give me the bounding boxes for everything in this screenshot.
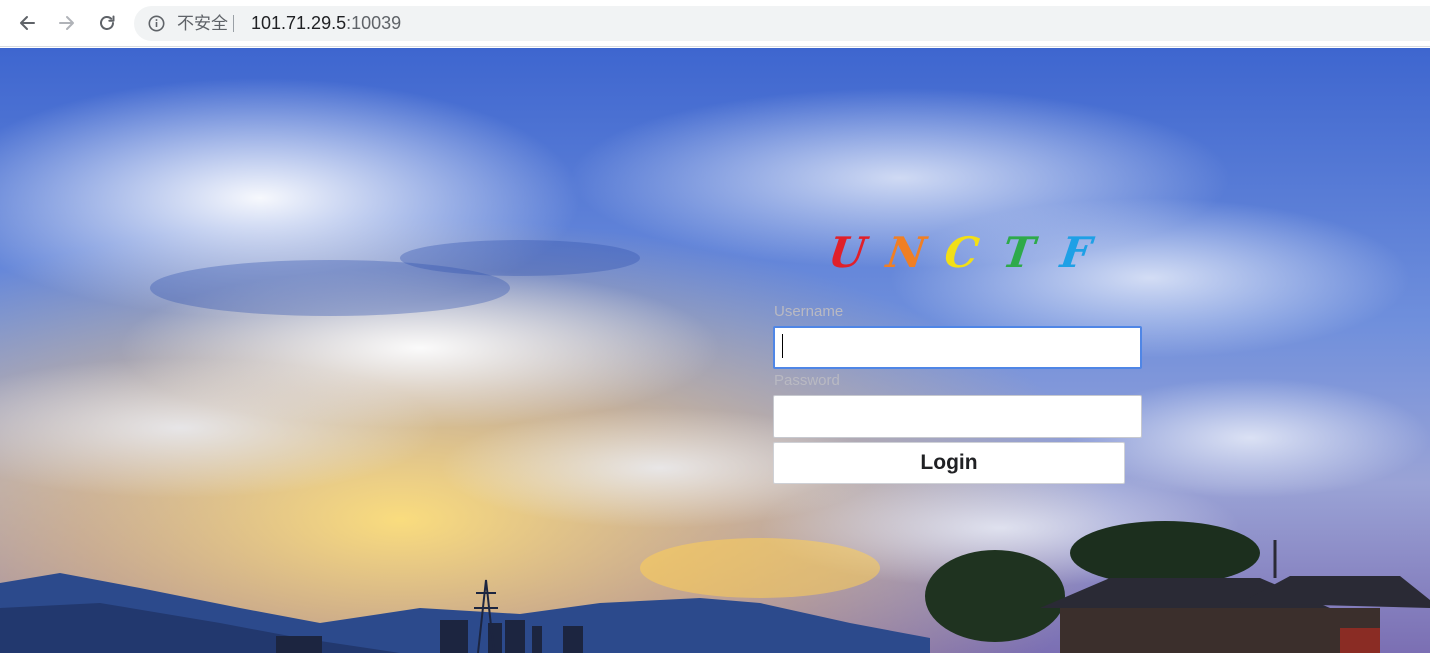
back-button[interactable]: [12, 8, 42, 38]
password-input[interactable]: [773, 395, 1142, 438]
browser-toolbar: 不安全 101.71.29.5:10039: [0, 0, 1430, 47]
brand-letter-n: N: [883, 228, 929, 277]
reload-button[interactable]: [92, 8, 122, 38]
security-label[interactable]: 不安全: [177, 14, 228, 33]
info-icon[interactable]: [148, 15, 165, 32]
sky-background-image: [0, 48, 1430, 653]
url-port: :10039: [346, 13, 402, 33]
brand-letter-f: F: [1057, 228, 1095, 277]
back-arrow-icon: [20, 16, 35, 30]
login-page: U N C T F Username Password Login: [0, 48, 1430, 653]
login-button[interactable]: Login: [773, 442, 1125, 484]
brand-letter-t: T: [999, 228, 1038, 277]
text-caret: [782, 334, 783, 358]
address-bar[interactable]: 不安全 101.71.29.5:10039: [134, 6, 1430, 41]
separator: [233, 15, 234, 32]
url-host: 101.71.29.5: [251, 13, 347, 33]
forward-arrow-icon: [59, 16, 74, 30]
reload-icon: [100, 15, 115, 30]
brand-letter-u: U: [825, 228, 870, 277]
url-text[interactable]: 101.71.29.5:10039: [251, 13, 401, 33]
unctf-logo: U N C T F: [826, 228, 1119, 278]
brand-letter-c: C: [941, 228, 982, 277]
username-input[interactable]: [773, 326, 1142, 369]
password-label: Password: [774, 372, 840, 389]
forward-button[interactable]: [52, 8, 82, 38]
username-label: Username: [774, 303, 844, 320]
